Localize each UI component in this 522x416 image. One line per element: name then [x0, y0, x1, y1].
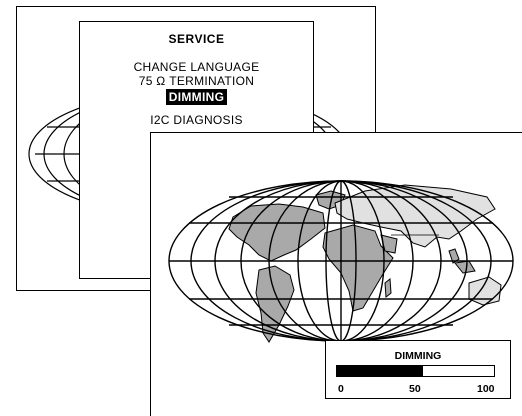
dimming-panel: DIMMING 0 50 100: [325, 340, 511, 399]
scale-label-min: 0: [338, 383, 344, 395]
menu-title: SERVICE: [168, 32, 225, 46]
dimming-screen: DIMMING 0 50 100: [150, 132, 522, 416]
menu-item-75-ohm-termination[interactable]: 75 Ω TERMINATION: [80, 74, 313, 88]
menu-item-change-language[interactable]: CHANGE LANGUAGE: [80, 60, 313, 74]
dimming-title: DIMMING: [394, 350, 442, 362]
scale-label-mid: 50: [409, 383, 421, 395]
australia-landmass: [468, 276, 502, 306]
dimming-slider[interactable]: [336, 365, 495, 377]
menu-item-dimming[interactable]: DIMMING: [165, 89, 228, 105]
dimming-level-fill: [337, 366, 424, 376]
menu-list: CHANGE LANGUAGE 75 Ω TERMINATION DIMMING…: [80, 60, 313, 127]
menu-item-i2c-diagnosis[interactable]: I2C DIAGNOSIS: [80, 113, 313, 127]
scale-label-max: 100: [477, 383, 495, 395]
